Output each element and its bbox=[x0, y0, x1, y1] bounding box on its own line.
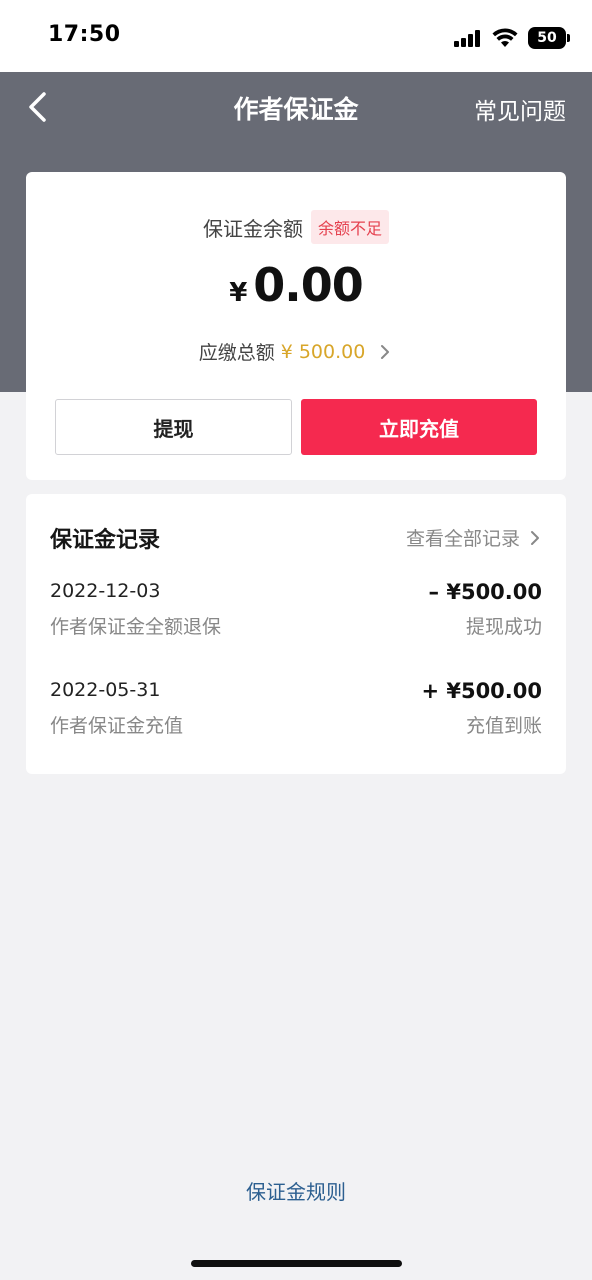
battery-icon: 50 bbox=[528, 27, 570, 49]
status-time: 17:50 bbox=[48, 22, 121, 47]
record-description: 作者保证金全额退保 bbox=[50, 616, 222, 638]
records-card: 保证金记录 查看全部记录 2022-12-03 作者保证金全额退保 – ¥500… bbox=[26, 494, 566, 774]
record-amount: + ¥500.00 bbox=[421, 679, 542, 703]
faq-link[interactable]: 常见问题 bbox=[474, 92, 566, 126]
balance-card: 保证金余额 余额不足 ¥ 0.00 应缴总额 ¥ 500.00 提现 立即充值 bbox=[26, 172, 566, 480]
record-description: 作者保证金充值 bbox=[50, 715, 184, 737]
home-indicator[interactable] bbox=[191, 1260, 402, 1267]
signal-icon bbox=[454, 29, 482, 47]
status-bar: 17:50 50 bbox=[0, 0, 592, 72]
record-status: 充值到账 bbox=[465, 715, 542, 737]
withdraw-button[interactable]: 提现 bbox=[55, 399, 292, 455]
record-status: 提现成功 bbox=[465, 616, 542, 638]
list-item[interactable]: 2022-12-03 作者保证金全额退保 – ¥500.00 提现成功 bbox=[50, 580, 542, 644]
status-badge: 余额不足 bbox=[310, 210, 389, 244]
due-total-row[interactable]: 应缴总额 ¥ 500.00 bbox=[26, 338, 566, 365]
status-icons: 50 bbox=[454, 25, 570, 51]
chevron-right-icon bbox=[381, 344, 390, 359]
chevron-right-icon bbox=[531, 530, 539, 545]
currency-symbol: ¥ bbox=[229, 278, 248, 308]
records-title: 保证金记录 bbox=[50, 528, 161, 553]
record-amount: – ¥500.00 bbox=[428, 580, 542, 604]
balance-amount-row: ¥ 0.00 bbox=[26, 258, 566, 312]
list-item[interactable]: 2022-05-31 作者保证金充值 + ¥500.00 充值到账 bbox=[50, 679, 542, 743]
view-all-label: 查看全部记录 bbox=[405, 528, 520, 550]
deposit-rules-link[interactable]: 保证金规则 bbox=[0, 1176, 592, 1205]
wifi-icon bbox=[492, 28, 518, 47]
record-date: 2022-12-03 bbox=[50, 580, 161, 602]
balance-label-row: 保证金余额 余额不足 bbox=[26, 210, 566, 244]
due-total-amount: ¥ 500.00 bbox=[280, 340, 366, 363]
recharge-button[interactable]: 立即充值 bbox=[301, 399, 537, 455]
due-total-label: 应缴总额 bbox=[198, 342, 275, 364]
view-all-records-link[interactable]: 查看全部记录 bbox=[406, 524, 542, 551]
balance-amount: 0.00 bbox=[253, 258, 363, 312]
nav-bar: 作者保证金 常见问题 bbox=[0, 72, 592, 142]
balance-label: 保证金余额 bbox=[202, 216, 303, 241]
record-date: 2022-05-31 bbox=[50, 679, 161, 701]
